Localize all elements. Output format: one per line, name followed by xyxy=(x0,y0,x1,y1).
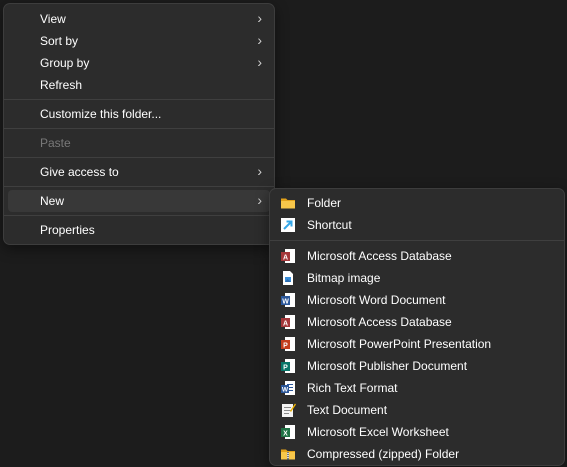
publisher-icon: P xyxy=(281,359,295,373)
svg-text:P: P xyxy=(283,365,288,372)
new-item-folder[interactable]: Folder xyxy=(274,192,560,214)
new-item-word-document[interactable]: W Microsoft Word Document xyxy=(274,289,560,311)
new-item-label: Microsoft Access Database xyxy=(307,315,452,329)
new-item-label: Microsoft Excel Worksheet xyxy=(307,425,449,439)
new-item-label: Microsoft Word Document xyxy=(307,293,446,307)
context-menu: View › Sort by › Group by › Refresh Cust… xyxy=(3,3,275,245)
new-item-label: Microsoft PowerPoint Presentation xyxy=(307,337,492,351)
menu-item-properties[interactable]: Properties xyxy=(8,219,270,241)
menu-item-give-access-to[interactable]: Give access to › xyxy=(8,161,270,183)
shortcut-icon xyxy=(281,218,295,232)
menu-separator xyxy=(4,99,274,100)
svg-text:A: A xyxy=(283,321,288,328)
new-item-label: Shortcut xyxy=(307,218,352,232)
menu-item-group-by[interactable]: Group by › xyxy=(8,52,270,74)
new-item-label: Rich Text Format xyxy=(307,381,398,395)
svg-text:A: A xyxy=(283,255,288,262)
menu-item-refresh[interactable]: Refresh xyxy=(8,74,270,96)
chevron-right-icon: › xyxy=(257,192,262,208)
svg-text:X: X xyxy=(283,431,288,438)
new-item-bitmap-image[interactable]: Bitmap image xyxy=(274,267,560,289)
menu-item-customize-folder[interactable]: Customize this folder... xyxy=(8,103,270,125)
chevron-right-icon: › xyxy=(257,163,262,179)
menu-item-label: Refresh xyxy=(40,78,83,92)
new-item-excel-worksheet[interactable]: X Microsoft Excel Worksheet xyxy=(274,421,560,443)
new-item-label: Text Document xyxy=(307,403,388,417)
menu-item-label: Give access to xyxy=(40,165,119,179)
menu-item-paste: Paste xyxy=(8,132,270,154)
menu-separator xyxy=(4,186,274,187)
menu-item-new[interactable]: New › xyxy=(8,190,270,212)
bitmap-icon xyxy=(283,271,293,285)
new-item-access-database-2[interactable]: A Microsoft Access Database xyxy=(274,311,560,333)
chevron-right-icon: › xyxy=(257,54,262,70)
new-item-publisher-document[interactable]: P Microsoft Publisher Document xyxy=(274,355,560,377)
svg-text:W: W xyxy=(282,387,289,394)
new-item-label: Bitmap image xyxy=(307,271,381,285)
menu-separator xyxy=(270,240,564,241)
svg-text:W: W xyxy=(282,299,289,306)
chevron-right-icon: › xyxy=(257,32,262,48)
menu-item-label: New xyxy=(40,194,65,208)
menu-item-sort-by[interactable]: Sort by › xyxy=(8,30,270,52)
new-item-compressed-folder[interactable]: Compressed (zipped) Folder xyxy=(274,443,560,465)
new-submenu: Folder Shortcut A Microsoft Access Datab… xyxy=(269,188,565,466)
powerpoint-icon: P xyxy=(281,337,295,351)
access-icon: A xyxy=(281,315,295,329)
menu-item-label: Sort by xyxy=(40,34,79,48)
menu-item-label: Customize this folder... xyxy=(40,107,162,121)
excel-icon: X xyxy=(281,425,295,439)
folder-icon xyxy=(281,198,295,209)
access-icon: A xyxy=(281,249,295,263)
menu-item-label: View xyxy=(40,12,66,26)
rtf-icon: W xyxy=(281,381,295,395)
menu-separator xyxy=(4,157,274,158)
menu-item-label: Properties xyxy=(40,223,95,237)
zip-folder-icon xyxy=(281,449,295,460)
menu-item-label: Paste xyxy=(40,136,71,150)
new-item-text-document[interactable]: Text Document xyxy=(274,399,560,421)
new-item-access-database[interactable]: A Microsoft Access Database xyxy=(274,245,560,267)
chevron-right-icon: › xyxy=(257,10,262,26)
menu-item-view[interactable]: View › xyxy=(8,8,270,30)
word-icon: W xyxy=(281,293,295,307)
text-document-icon xyxy=(282,403,296,417)
new-item-shortcut[interactable]: Shortcut xyxy=(274,214,560,236)
svg-text:P: P xyxy=(283,343,288,350)
new-item-label: Microsoft Publisher Document xyxy=(307,359,468,373)
menu-separator xyxy=(4,215,274,216)
menu-separator xyxy=(4,128,274,129)
new-item-rich-text-format[interactable]: W Rich Text Format xyxy=(274,377,560,399)
new-item-label: Compressed (zipped) Folder xyxy=(307,447,460,461)
new-item-label: Folder xyxy=(307,196,342,210)
new-item-powerpoint-presentation[interactable]: P Microsoft PowerPoint Presentation xyxy=(274,333,560,355)
menu-item-label: Group by xyxy=(40,56,90,70)
new-item-label: Microsoft Access Database xyxy=(307,249,452,263)
